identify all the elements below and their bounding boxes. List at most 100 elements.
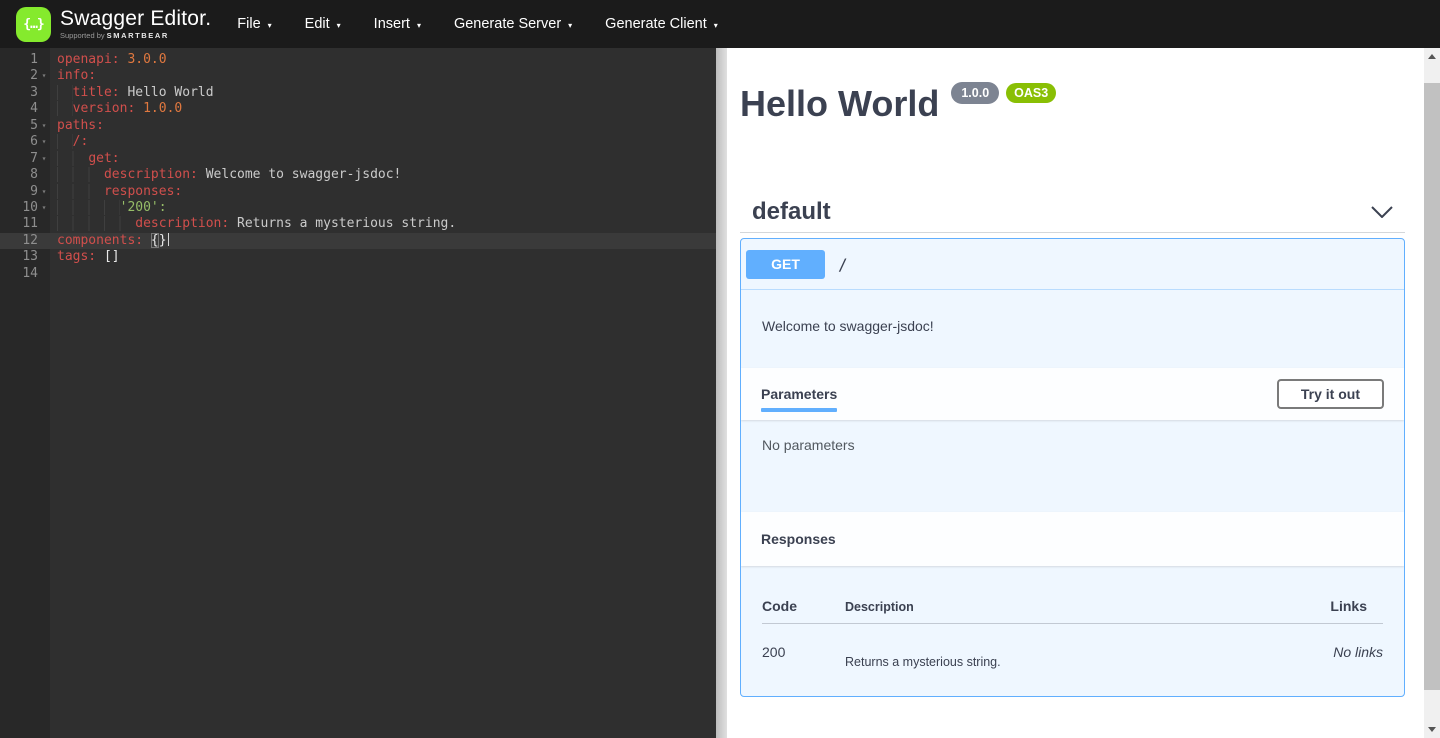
menu-bar: File ▾ Edit ▾ Insert ▾ Generate Server▾ Generat… — [237, 16, 750, 32]
tag-name: default — [752, 198, 831, 226]
col-header-links: Links — [1330, 598, 1383, 614]
brand-link[interactable]: {…} Swagger Editor. Supported bySMARTBEA… — [16, 7, 211, 42]
code-line-7[interactable]: 7▾ get: — [0, 151, 716, 167]
caret-down-icon: ▾ — [417, 19, 421, 30]
operation-summary[interactable]: GET / — [741, 239, 1404, 290]
code-text: components: {} — [50, 233, 169, 249]
code-line-3[interactable]: 3 title: Hello World — [0, 85, 716, 101]
col-header-code: Code — [762, 598, 845, 614]
line-number: 6 — [0, 134, 38, 150]
code-text: responses: — [50, 184, 182, 200]
menu-insert[interactable]: Insert ▾ — [374, 16, 421, 32]
arrow-down-icon — [1428, 727, 1436, 732]
line-number: 12 — [0, 233, 38, 249]
menu-file[interactable]: File ▾ — [237, 16, 271, 32]
operation-description: Welcome to swagger-jsdoc! — [741, 290, 1404, 368]
menu-generate-client[interactable]: Generate Client ▾ — [605, 16, 718, 32]
code-line-8[interactable]: 8 description: Welcome to swagger-jsdoc! — [0, 167, 716, 183]
line-number: 1 — [0, 52, 38, 68]
line-number: 9 — [0, 184, 38, 200]
code-text: version: 1.0.0 — [50, 101, 182, 117]
col-header-description: Description — [845, 600, 1330, 614]
swagger-logo-icon: {…} — [16, 7, 51, 42]
supported-by-label: Supported by — [60, 31, 105, 40]
line-number: 5 — [0, 118, 38, 134]
menu-label: Generate Client — [605, 16, 707, 32]
code-line-11[interactable]: 11 description: Returns a mysterious str… — [0, 216, 716, 232]
code-text: tags: [] — [50, 249, 120, 265]
code-text: paths: — [50, 118, 104, 134]
vertical-scrollbar[interactable] — [1424, 48, 1440, 738]
fold-toggle-icon[interactable]: ▾ — [38, 184, 50, 200]
swagger-ui-preview: Hello World 1.0.0 OAS3 default GET / Wel… — [727, 48, 1424, 738]
fold-toggle-icon[interactable]: ▾ — [38, 200, 50, 216]
caret-down-icon: ▾ — [268, 19, 272, 30]
line-number: 3 — [0, 85, 38, 101]
version-badge: 1.0.0 — [951, 82, 999, 104]
code-lines: 1 openapi: 3.0.02▾info:3 title: Hello Wor… — [0, 52, 716, 282]
pane-splitter[interactable] — [716, 48, 727, 738]
code-text: '200': — [50, 200, 167, 216]
menu-label: Insert — [374, 16, 410, 32]
menu-generate-server[interactable]: Generate Server▾ — [454, 16, 572, 32]
code-line-9[interactable]: 9▾ responses: — [0, 184, 716, 200]
fold-toggle-icon[interactable]: ▾ — [38, 134, 50, 150]
code-line-5[interactable]: 5▾paths: — [0, 118, 716, 134]
code-line-12[interactable]: 12 components: {} — [0, 233, 716, 249]
tab-parameters[interactable]: Parameters — [761, 386, 837, 402]
code-line-13[interactable]: 13 tags: [] — [0, 249, 716, 265]
fold-toggle-icon[interactable]: ▾ — [38, 118, 50, 134]
api-info: Hello World 1.0.0 OAS3 — [740, 85, 1056, 123]
code-text: description: Welcome to swagger-jsdoc! — [50, 167, 401, 183]
topbar: {…} Swagger Editor. Supported bySMARTBEA… — [0, 0, 1440, 48]
fold-toggle-icon[interactable]: ▾ — [38, 151, 50, 167]
smartbear-label: SMARTBEAR — [107, 31, 169, 40]
oas3-badge: OAS3 — [1006, 83, 1056, 103]
code-text: info: — [50, 68, 96, 84]
responses-title: Responses — [761, 531, 836, 547]
menu-edit[interactable]: Edit ▾ — [305, 16, 341, 32]
line-number: 13 — [0, 249, 38, 265]
tag-section-header[interactable]: default — [740, 192, 1405, 233]
line-number: 14 — [0, 266, 38, 282]
menu-label: Edit — [305, 16, 330, 32]
response-description: Returns a mysterious string. — [845, 644, 1333, 669]
chevron-down-icon[interactable] — [1371, 206, 1393, 218]
try-it-out-button[interactable]: Try it out — [1277, 379, 1384, 409]
scrollbar-thumb[interactable] — [1424, 83, 1440, 690]
no-parameters-label: No parameters — [762, 437, 855, 453]
line-number: 10 — [0, 200, 38, 216]
scroll-up-button[interactable] — [1424, 48, 1440, 65]
code-text: description: Returns a mysterious string… — [50, 216, 456, 232]
caret-down-icon: ▾ — [337, 19, 341, 30]
code-text: title: Hello World — [50, 85, 214, 101]
code-line-1[interactable]: 1 openapi: 3.0.0 — [0, 52, 716, 68]
code-text: get: — [50, 151, 120, 167]
yaml-code-editor[interactable]: 1 openapi: 3.0.02▾info:3 title: Hello Wor… — [0, 48, 716, 738]
brand-text: Swagger Editor. Supported bySMARTBEAR — [60, 8, 211, 40]
operation-block-get: GET / Welcome to swagger-jsdoc! Paramete… — [740, 238, 1405, 697]
responses-header: Responses — [741, 512, 1404, 566]
menu-label: File — [237, 16, 260, 32]
code-line-2[interactable]: 2▾info: — [0, 68, 716, 84]
line-number: 7 — [0, 151, 38, 167]
line-number: 8 — [0, 167, 38, 183]
fold-toggle-icon[interactable]: ▾ — [38, 68, 50, 84]
code-line-4[interactable]: 4 version: 1.0.0 — [0, 101, 716, 117]
operation-path: / — [838, 255, 848, 274]
api-title: Hello World — [740, 85, 939, 123]
line-number: 4 — [0, 101, 38, 117]
responses-table: Code Description Links 200 Returns a mys… — [741, 566, 1404, 669]
code-text: /: — [50, 134, 88, 150]
code-text — [50, 266, 57, 282]
caret-down-icon: ▾ — [714, 19, 718, 30]
scroll-down-button[interactable] — [1424, 721, 1440, 738]
code-text: openapi: 3.0.0 — [50, 52, 167, 68]
text-cursor — [168, 233, 169, 246]
code-line-10[interactable]: 10▾ '200': — [0, 200, 716, 216]
response-row: 200 Returns a mysterious string. No link… — [762, 624, 1383, 669]
brand-subtitle: Supported bySMARTBEAR — [60, 31, 211, 40]
response-links: No links — [1333, 644, 1383, 660]
code-line-14[interactable]: 14 — [0, 266, 716, 282]
code-line-6[interactable]: 6▾ /: — [0, 134, 716, 150]
